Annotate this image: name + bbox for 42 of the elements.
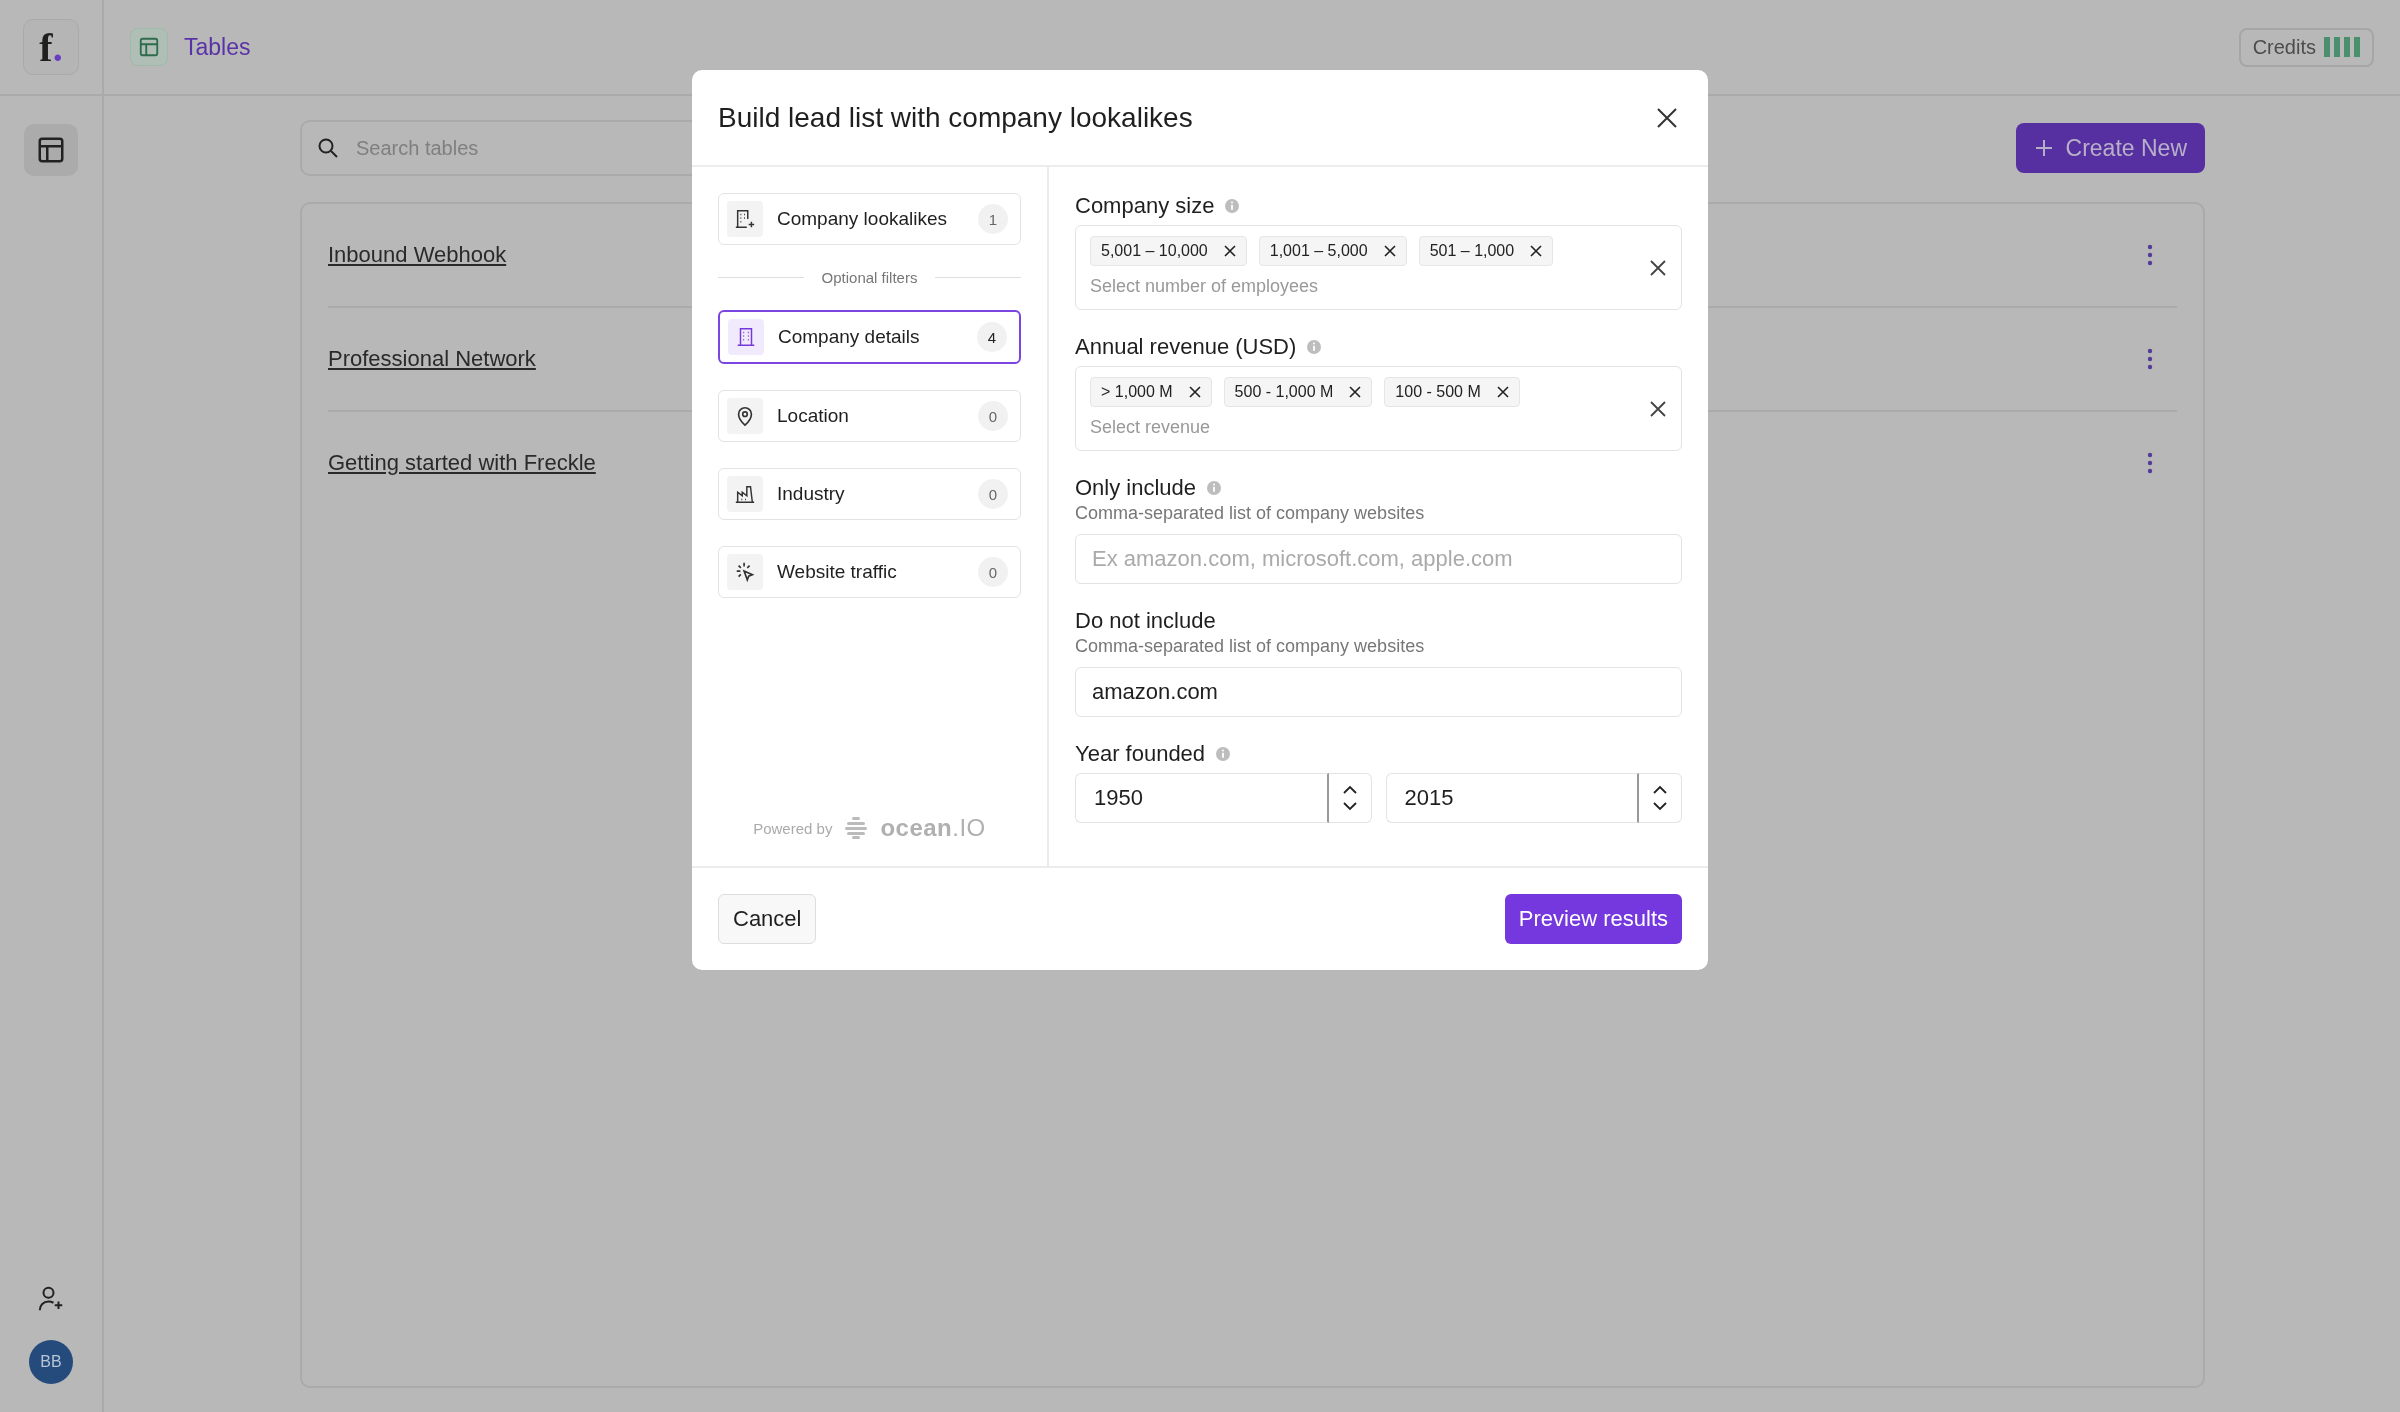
filter-chip: > 1,000 M xyxy=(1090,377,1212,407)
filter-chip: 100 - 500 M xyxy=(1384,377,1520,407)
count-badge: 1 xyxy=(978,204,1008,234)
user-avatar[interactable]: BB xyxy=(29,1340,73,1384)
brand-logo-text: ocean.IO xyxy=(880,814,986,842)
preview-results-button[interactable]: Preview results xyxy=(1504,894,1682,944)
filter-chip: 5,001 – 10,000 xyxy=(1090,236,1247,266)
website-input[interactable]: Ex amazon.com, microsoft.com, apple.com xyxy=(1075,534,1682,584)
field-label: Annual revenue (USD) xyxy=(1075,334,1297,360)
page-title: Tables xyxy=(184,33,251,61)
count-badge: 4 xyxy=(977,322,1007,352)
website-input[interactable]: amazon.com xyxy=(1075,667,1682,717)
credits-button[interactable]: Credits xyxy=(2238,27,2374,67)
field-label: Only include xyxy=(1075,475,1197,501)
app-logo[interactable]: f. xyxy=(23,19,79,75)
field-hint: Comma-separated list of company websites xyxy=(1075,636,1426,657)
field-hint: Comma-separated list of company websites xyxy=(1075,503,1426,524)
table-link[interactable]: Getting started with Freckle xyxy=(328,450,596,476)
create-new-button[interactable]: Create New xyxy=(2015,123,2205,173)
year-input[interactable]: 1950 xyxy=(1075,773,1329,823)
field-label: Do not include xyxy=(1075,608,1216,634)
filter-chip: 501 – 1,000 xyxy=(1418,236,1554,266)
section-label: Optional filters xyxy=(821,269,918,286)
multi-select-field[interactable]: > 1,000 M 500 - 1,000 M 100 - 500 M Select revenue xyxy=(1075,366,1682,451)
filter-chip: 500 - 1,000 M xyxy=(1223,377,1373,407)
count-badge: 0 xyxy=(978,479,1008,509)
multi-select-field[interactable]: 5,001 – 10,000 1,001 – 5,000 501 – 1,000 Select number of employees xyxy=(1075,225,1682,310)
filter-nav-item[interactable]: Industry 0 xyxy=(718,468,1021,520)
filter-nav-item[interactable]: Company details 4 xyxy=(718,310,1021,364)
count-badge: 0 xyxy=(978,557,1008,587)
year-input[interactable]: 2015 xyxy=(1385,773,1639,823)
field-label: Company size xyxy=(1075,193,1215,219)
filter-nav-item[interactable]: Location 0 xyxy=(718,390,1021,442)
filter-nav-item[interactable]: Website traffic 0 xyxy=(718,546,1021,598)
count-badge: 0 xyxy=(978,401,1008,431)
field-label: Year founded xyxy=(1075,741,1206,767)
cancel-button[interactable]: Cancel xyxy=(718,894,817,944)
table-link[interactable]: Professional Network xyxy=(328,346,536,372)
table-link[interactable]: Inbound Webhook xyxy=(328,242,507,268)
filter-nav-item[interactable]: Company lookalikes 1 xyxy=(718,193,1021,245)
powered-by-label: Powered by xyxy=(753,819,833,837)
filter-chip: 1,001 – 5,000 xyxy=(1258,236,1407,266)
